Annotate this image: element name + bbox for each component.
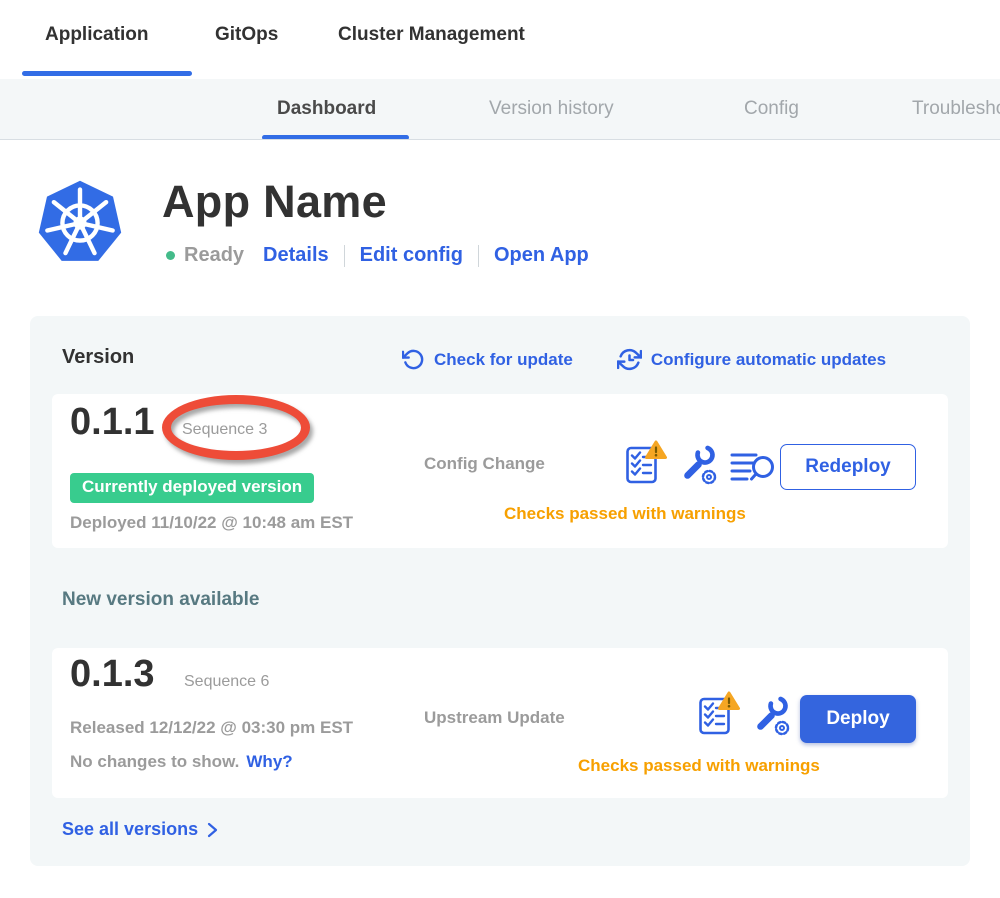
released-timestamp: Released 12/12/22 @ 03:30 pm EST <box>70 718 353 738</box>
current-version-sequence: Sequence 3 <box>182 421 267 439</box>
app-status-row: Ready Details Edit config Open App <box>166 244 589 267</box>
version-panel-actions: Check for update Configure automatic upd… <box>402 347 886 372</box>
view-diff-search-icon[interactable] <box>730 450 775 486</box>
version-panel-title: Version <box>62 346 134 369</box>
details-link[interactable]: Details <box>263 244 329 267</box>
status-dot-icon <box>166 251 175 260</box>
currently-deployed-badge: Currently deployed version <box>70 473 314 503</box>
deployed-timestamp: Deployed 11/10/22 @ 10:48 am EST <box>70 513 353 533</box>
no-changes-text: No changes to show. <box>70 752 239 772</box>
checks-passed-warnings-text: Checks passed with warnings <box>578 756 820 776</box>
page-title: App Name <box>162 176 387 228</box>
primary-nav: Application GitOps Cluster Management <box>0 0 1000 79</box>
subnav-tab-troubleshoot[interactable]: Troubleshoot <box>912 98 1000 120</box>
active-subtab-underline <box>262 135 409 140</box>
see-all-versions-label: See all versions <box>62 819 198 840</box>
new-version-available-heading: New version available <box>62 589 260 611</box>
edit-config-link[interactable]: Edit config <box>360 244 463 267</box>
configure-automatic-updates-link[interactable]: Configure automatic updates <box>617 347 886 372</box>
version-source-label: Config Change <box>424 454 545 474</box>
subnav-tab-config[interactable]: Config <box>744 98 799 120</box>
current-version-number: 0.1.1 <box>70 401 155 444</box>
kubernetes-logo-icon <box>36 176 124 270</box>
refresh-icon <box>402 348 425 371</box>
nav-tab-application[interactable]: Application <box>45 24 148 46</box>
redeploy-button[interactable]: Redeploy <box>780 444 916 490</box>
check-for-update-link[interactable]: Check for update <box>402 348 573 371</box>
new-version-number: 0.1.3 <box>70 653 155 696</box>
deploy-button[interactable]: Deploy <box>800 695 916 743</box>
current-version-card: 0.1.1 Sequence 3 Currently deployed vers… <box>52 394 948 548</box>
check-for-update-label: Check for update <box>434 350 573 370</box>
nav-tab-gitops[interactable]: GitOps <box>215 24 278 46</box>
config-wrench-icon[interactable] <box>753 695 790 737</box>
subnav-tab-dashboard[interactable]: Dashboard <box>277 98 376 120</box>
divider <box>344 245 345 267</box>
secondary-nav: Dashboard Version history Config Trouble… <box>0 79 1000 140</box>
new-version-sequence: Sequence 6 <box>184 673 269 691</box>
open-app-link[interactable]: Open App <box>494 244 589 267</box>
active-tab-underline <box>22 71 192 76</box>
subnav-tab-version-history[interactable]: Version history <box>489 98 614 120</box>
current-version-check-icons <box>624 439 775 486</box>
chevron-right-icon <box>206 822 219 838</box>
auto-update-clock-icon <box>617 347 642 372</box>
status-label: Ready <box>184 244 244 267</box>
checks-passed-warnings-text: Checks passed with warnings <box>504 504 746 524</box>
new-version-check-icons <box>697 690 790 737</box>
version-source-label: Upstream Update <box>424 708 565 728</box>
preflight-checks-warning-icon[interactable] <box>697 690 740 737</box>
configure-automatic-updates-label: Configure automatic updates <box>651 350 886 370</box>
preflight-checks-warning-icon[interactable] <box>624 439 667 486</box>
see-all-versions-link[interactable]: See all versions <box>62 819 219 840</box>
divider <box>478 245 479 267</box>
why-link[interactable]: Why? <box>246 752 292 772</box>
no-changes-row: No changes to show. Why? <box>70 752 293 772</box>
nav-tab-cluster-management[interactable]: Cluster Management <box>338 24 525 46</box>
config-wrench-icon[interactable] <box>680 444 717 486</box>
version-panel: Version Check for update Configure autom… <box>30 316 970 866</box>
new-version-card: 0.1.3 Sequence 6 Released 12/12/22 @ 03:… <box>52 648 948 798</box>
